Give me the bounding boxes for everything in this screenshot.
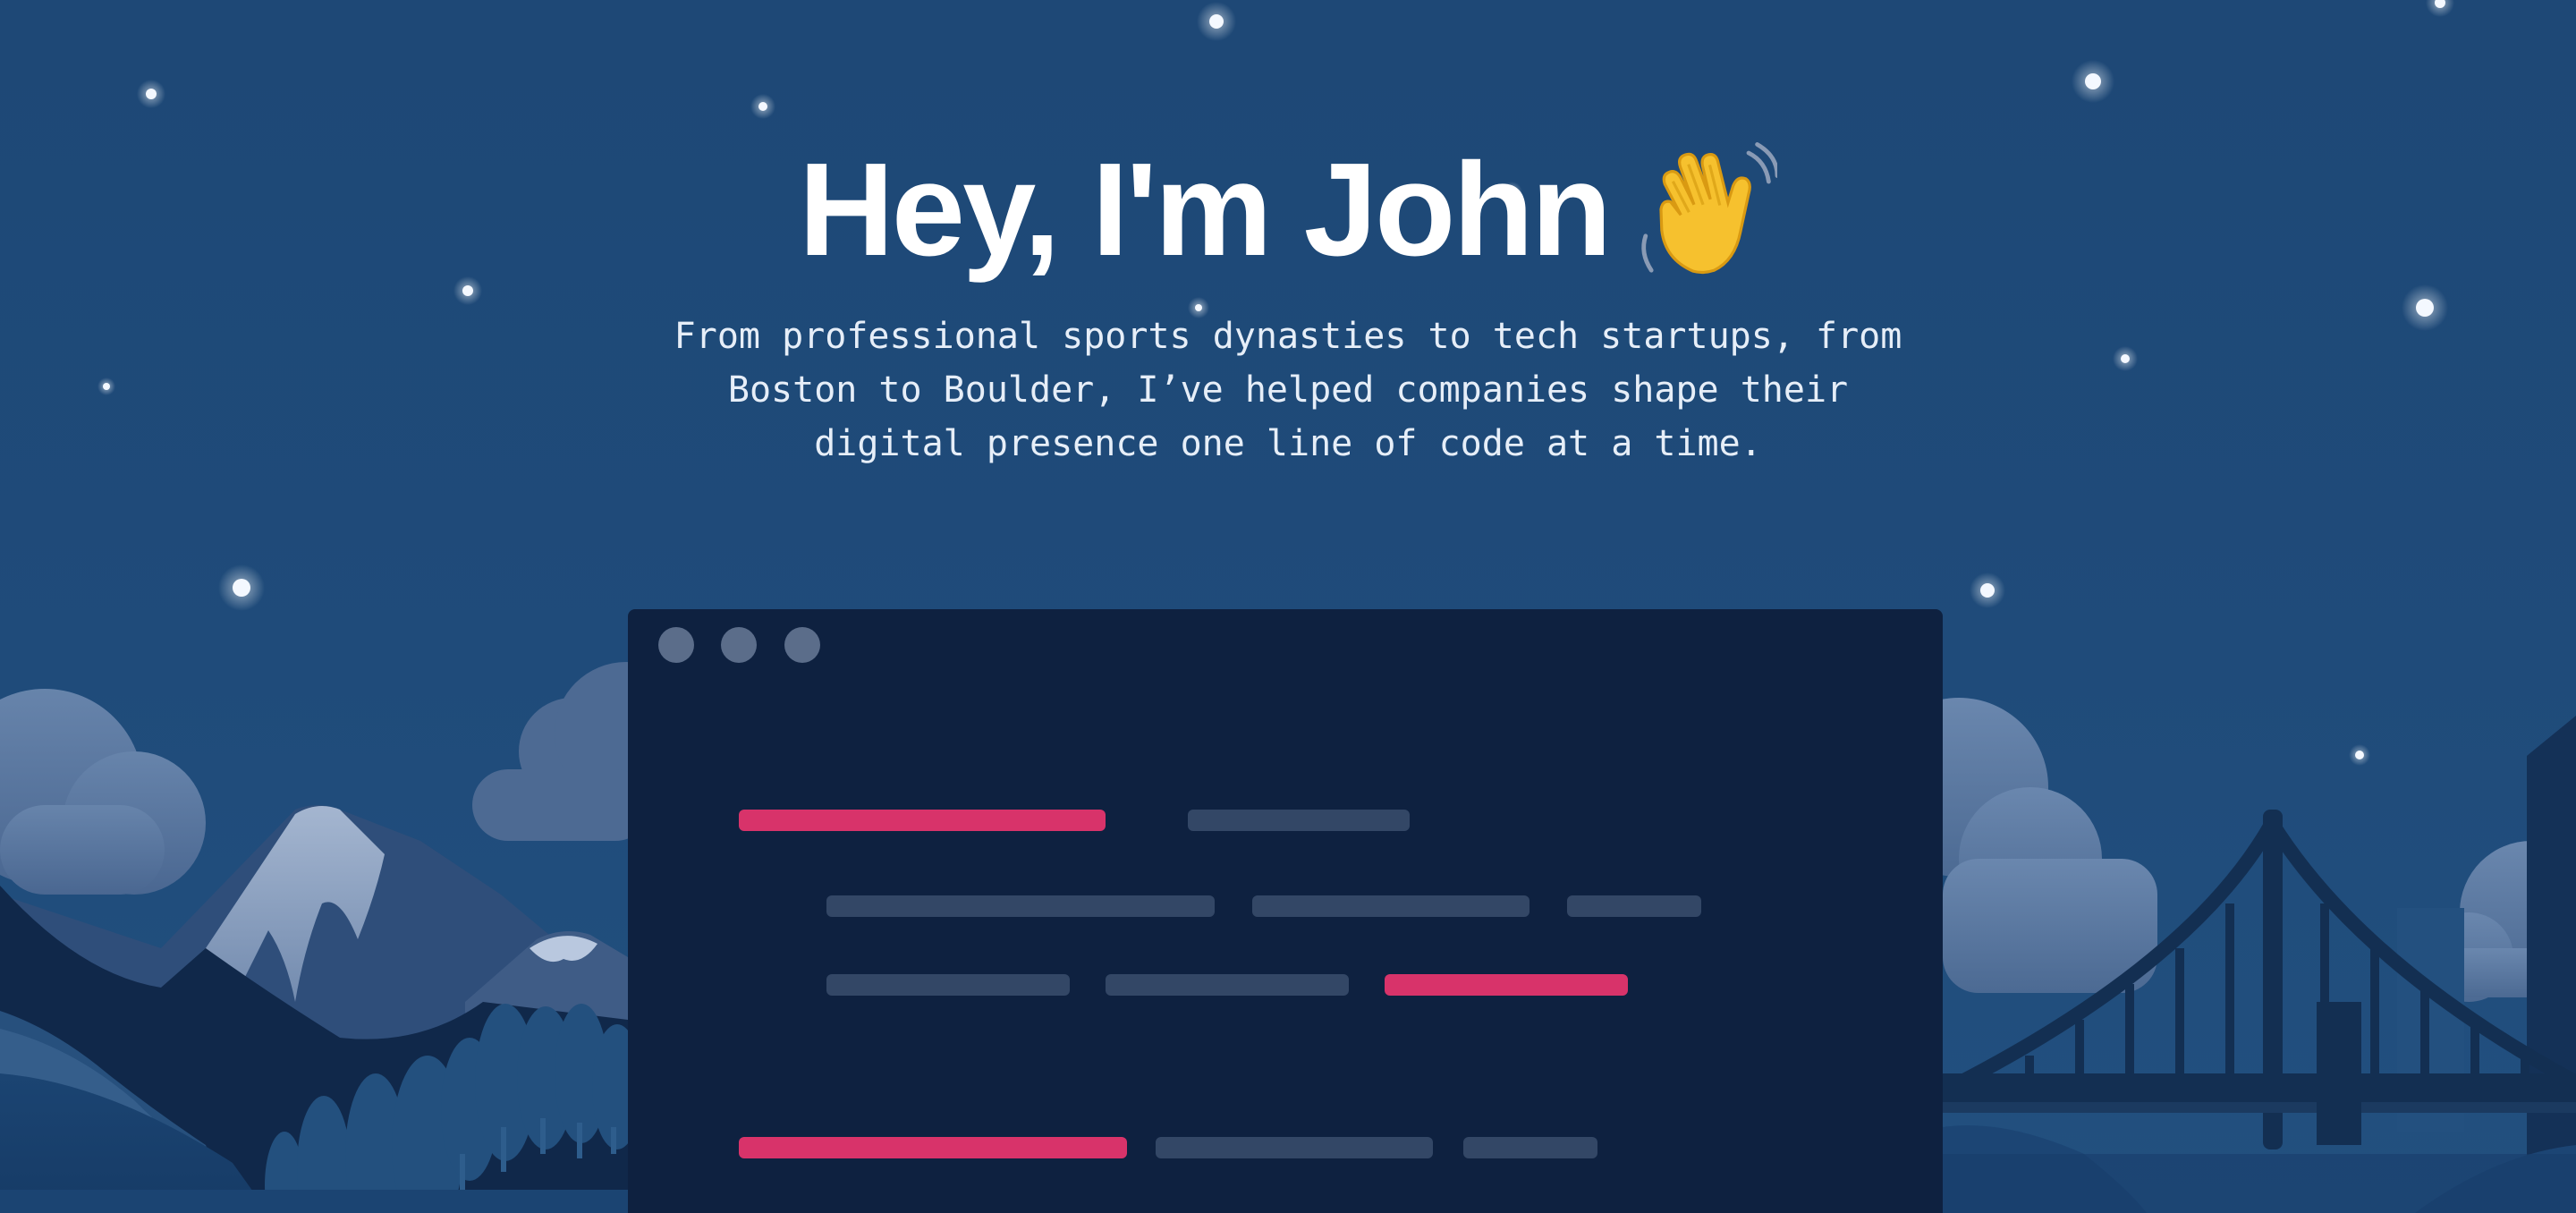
window-dot-maximize: [784, 627, 820, 663]
code-line: [826, 974, 1070, 996]
code-line: [1188, 810, 1410, 831]
code-line: [1567, 895, 1701, 917]
hero-tagline: From professional sports dynasties to te…: [674, 316, 1902, 464]
code-line: [739, 810, 1106, 831]
waving-hand-icon: [1641, 142, 1778, 275]
page-title: Hey, I'm John: [798, 134, 1778, 286]
code-window-illustration: [628, 609, 1943, 1213]
code-line: [1156, 1137, 1433, 1158]
code-line: [1106, 974, 1349, 996]
code-line: [1463, 1137, 1597, 1158]
code-line: [826, 895, 1215, 917]
hero-section: Hey, I'm John From professional sports d…: [0, 134, 2576, 471]
window-dot-close: [658, 627, 694, 663]
code-line: [1252, 895, 1530, 917]
headline-text: Hey, I'm John: [798, 136, 1612, 284]
hero-scene: Hey, I'm John From professional sports d…: [0, 0, 2576, 1213]
code-line: [1385, 974, 1628, 996]
window-dot-minimize: [721, 627, 757, 663]
code-line: [739, 1137, 1127, 1158]
